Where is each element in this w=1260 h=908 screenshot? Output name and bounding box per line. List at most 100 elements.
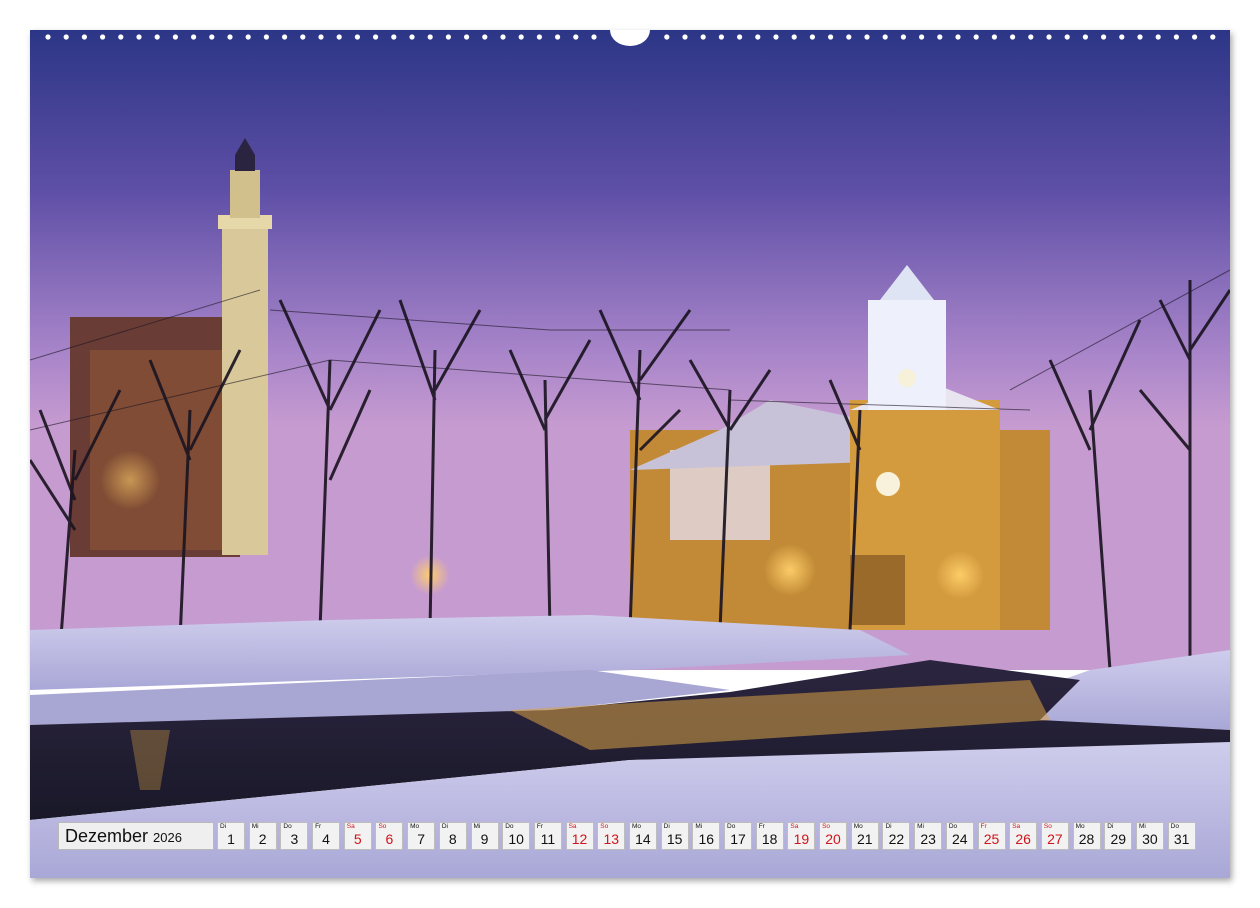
day-cell: Di 22 (882, 822, 911, 850)
binding-hole (973, 34, 979, 40)
day-cell: So 27 (1040, 822, 1069, 850)
day-cells: Di 1 Mi 2 Do 3 Fr 4 Sa 5 So 6 Mo 7 Di 8 Mi 9 Do 10 Fr 11 Sa 12 S… (217, 822, 1196, 850)
weekday-label: So (822, 823, 831, 830)
calendar-sheet: Dezember 2026 Di 1 Mi 2 Do 3 Fr 4 Sa 5 So 6 Mo 7 Di 8 Mi… (30, 30, 1230, 878)
binding-hole (445, 34, 451, 40)
day-cell: So 6 (375, 822, 404, 850)
day-number: 15 (666, 831, 683, 847)
weekday-label: Di (885, 823, 892, 830)
weekday-label: Fr (980, 823, 987, 830)
weekday-label: Fr (536, 823, 544, 830)
day-number: 5 (353, 831, 362, 847)
binding-hole (1210, 34, 1216, 40)
day-cell: So 20 (819, 822, 848, 850)
day-cell: Do 17 (724, 822, 752, 850)
day-cell: Di 1 (217, 822, 245, 850)
weekday-label: So (378, 823, 387, 830)
binding-hole (809, 34, 816, 40)
day-cell: Mo 14 (628, 822, 657, 850)
day-cell: Fr 4 (312, 822, 341, 850)
day-cell: Mi 2 (248, 822, 277, 850)
binding-hole (937, 34, 943, 40)
day-number: 2 (258, 831, 267, 847)
binding-hole (191, 34, 197, 40)
day-cell: Sa 19 (787, 822, 816, 850)
day-number: 20 (825, 831, 841, 847)
day-number: 6 (385, 831, 394, 847)
day-cell: Mi 16 (692, 822, 721, 850)
binding-hole (1119, 34, 1125, 40)
binding-hole (464, 34, 470, 40)
month-year: 2026 (153, 829, 182, 845)
day-cell: Do 10 (502, 822, 531, 850)
day-number: 18 (761, 831, 778, 847)
binding-hole (409, 34, 415, 40)
weekday-label: Fr (315, 823, 322, 830)
weekday-label: Mi (1138, 823, 1146, 830)
day-number: 24 (952, 831, 968, 847)
day-number: 4 (322, 831, 330, 847)
binding-hole (1101, 34, 1107, 40)
binding-hole (209, 34, 215, 40)
binding-hole (500, 34, 506, 40)
day-number: 26 (1015, 831, 1031, 847)
weekday-label: Mo (1075, 823, 1085, 830)
day-cell: Do 3 (280, 822, 309, 850)
weekday-label: Mo (853, 823, 863, 830)
day-number: 13 (603, 831, 620, 847)
day-number: 19 (793, 831, 810, 847)
binding-hole (245, 34, 251, 40)
day-cell: Fr 11 (533, 822, 562, 850)
binding-hole (555, 34, 561, 40)
day-number: 8 (448, 831, 457, 847)
spiral-binding (45, 30, 1216, 46)
binding-hole (227, 34, 233, 40)
binding-hole (1082, 34, 1088, 40)
binding-hole (846, 34, 852, 40)
binding-hole (1155, 34, 1161, 40)
weekday-label: Mi (251, 823, 259, 830)
binding-hole (282, 34, 288, 40)
month-name: Dezember (65, 825, 149, 846)
binding-hole (263, 34, 269, 40)
day-number: 28 (1078, 831, 1095, 847)
binding-hole (1010, 34, 1016, 40)
binding-hole (718, 34, 725, 40)
weekday-label: Di (220, 823, 227, 830)
day-cell: Mi 23 (914, 822, 943, 850)
month-label-box: Dezember 2026 (58, 822, 214, 850)
binding-hole (482, 34, 488, 40)
day-cell: Do 31 (1167, 822, 1196, 850)
day-number: 22 (888, 831, 905, 847)
weekday-label: Mi (473, 823, 481, 830)
weekday-label: Di (441, 823, 448, 830)
day-cell: Fr 18 (755, 822, 784, 850)
binding-hole (991, 34, 998, 40)
weekday-label: Di (1107, 823, 1114, 830)
day-cell: Fr 25 (977, 822, 1006, 850)
binding-hole (1173, 34, 1179, 40)
day-number: 31 (1173, 831, 1190, 847)
binding-hole (100, 34, 106, 40)
binding-hole (136, 34, 142, 40)
day-cell: Di 29 (1104, 822, 1133, 850)
weekday-label: Mo (410, 823, 420, 830)
day-number: 25 (983, 831, 1000, 847)
day-number: 27 (1047, 831, 1063, 847)
day-number: 1 (227, 831, 235, 847)
day-number: 3 (290, 831, 299, 847)
binding-hole (154, 34, 160, 40)
binding-hole (373, 34, 379, 40)
weekday-label: Do (1170, 823, 1179, 830)
binding-hole (1064, 34, 1070, 40)
binding-hole (773, 34, 779, 40)
day-cell: Mo 28 (1072, 822, 1101, 850)
binding-hole (536, 34, 543, 40)
day-cell: Mi 9 (470, 822, 499, 850)
binding-hole (882, 34, 888, 40)
day-cell: Di 8 (438, 822, 467, 850)
binding-hole (1192, 34, 1198, 40)
day-cell: Di 15 (660, 822, 689, 850)
weekday-label: Mo (631, 823, 641, 830)
weekday-label: Do (948, 823, 958, 830)
